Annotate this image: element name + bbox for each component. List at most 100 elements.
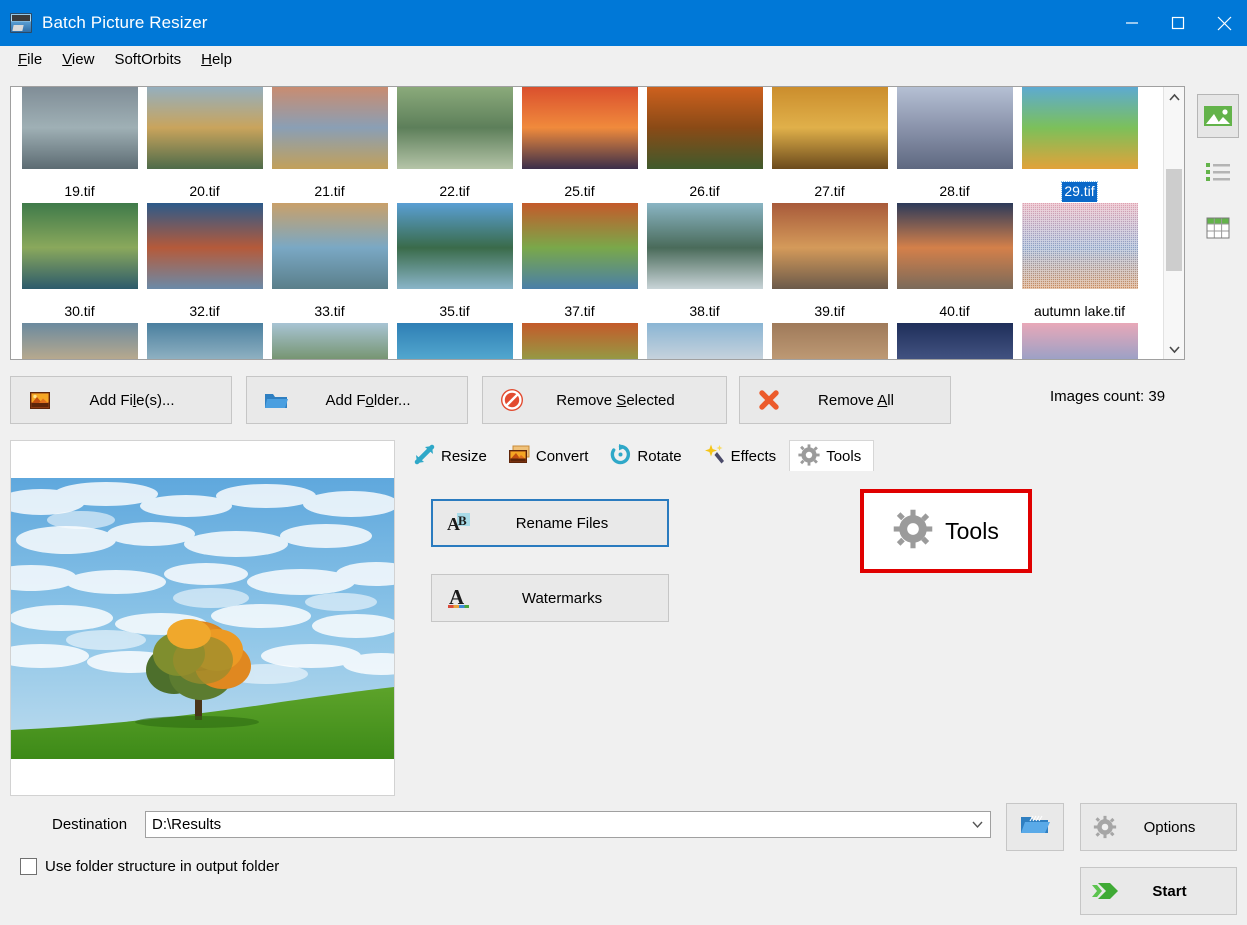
thumbnail-image[interactable] <box>1020 87 1139 170</box>
destination-value[interactable]: D:\Results <box>146 816 964 833</box>
thumbnail-label[interactable]: 33.tif <box>312 302 346 322</box>
thumbnail-item[interactable]: 32.tif <box>142 302 267 359</box>
thumbnail-label[interactable]: 19.tif <box>62 182 96 202</box>
thumbnail-label[interactable]: 29.tif <box>1061 181 1098 203</box>
thumbnail-item[interactable]: 21.tif <box>267 182 392 302</box>
thumbnail-image[interactable] <box>520 87 639 170</box>
add-files-button[interactable]: Add File(s)... <box>10 376 232 424</box>
thumbnail-item[interactable]: 7.tif <box>267 87 392 182</box>
thumbnail-item[interactable]: 17.tif <box>892 87 1017 182</box>
thumbnail-image[interactable] <box>395 202 514 290</box>
remove-all-button[interactable]: Remove All <box>739 376 951 424</box>
thumbnail-item[interactable]: 30.tif <box>17 302 142 359</box>
thumbnail-image[interactable] <box>770 87 889 170</box>
thumbnail-image[interactable] <box>270 202 389 290</box>
thumbnail-item[interactable]: 35.tif <box>392 302 517 359</box>
scrollbar-track[interactable] <box>1164 107 1184 339</box>
thumbnail-label[interactable]: 32.tif <box>187 302 221 322</box>
thumbnail-label[interactable]: 21.tif <box>312 182 346 202</box>
thumbnail-item[interactable]: 26.tif <box>642 182 767 302</box>
minimize-button[interactable] <box>1109 0 1155 46</box>
thumbnail-item[interactable]: 40.tif <box>892 302 1017 359</box>
thumbnail-image[interactable] <box>395 322 514 359</box>
thumbnail-item[interactable]: 14.tif <box>767 87 892 182</box>
tab-convert[interactable]: Convert <box>499 440 602 472</box>
thumbnail-image[interactable] <box>770 202 889 290</box>
scroll-down-button[interactable] <box>1164 339 1184 359</box>
use-folder-structure-checkbox[interactable] <box>20 858 37 875</box>
thumbnail-viewport[interactable]: 5.tif6.tif7.tif10.tif11.tif12.tif14.tif1… <box>11 87 1163 359</box>
thumbnail-image[interactable] <box>520 322 639 359</box>
thumbnail-image[interactable] <box>270 87 389 170</box>
thumbnail-image[interactable] <box>20 202 139 290</box>
thumbnail-image[interactable] <box>145 322 264 359</box>
thumbnail-view-button[interactable] <box>1197 94 1239 138</box>
scroll-up-button[interactable] <box>1164 87 1184 107</box>
browse-destination-button[interactable] <box>1006 803 1064 851</box>
thumbnail-label[interactable]: 25.tif <box>562 182 596 202</box>
thumbnail-image[interactable] <box>645 202 764 290</box>
details-view-button[interactable] <box>1197 206 1239 250</box>
thumbnail-label[interactable]: 20.tif <box>187 182 221 202</box>
thumbnail-label[interactable]: 30.tif <box>62 302 96 322</box>
thumbnail-label[interactable]: 35.tif <box>437 302 471 322</box>
list-view-button[interactable] <box>1197 150 1239 194</box>
thumbnail-image[interactable] <box>145 202 264 290</box>
menu-item-file[interactable]: File <box>8 49 52 70</box>
thumbnail-label[interactable]: 27.tif <box>812 182 846 202</box>
thumbnail-image[interactable] <box>895 202 1014 290</box>
thumbnail-item[interactable]: 29.tif <box>1017 181 1142 302</box>
thumbnail-image[interactable] <box>895 322 1014 359</box>
thumbnail-item[interactable]: 28.tif <box>892 182 1017 302</box>
thumbnail-item[interactable]: 5.tif <box>17 87 142 182</box>
thumbnail-label[interactable]: 40.tif <box>937 302 971 322</box>
remove-selected-button[interactable]: Remove Selected <box>482 376 727 424</box>
use-folder-structure-row[interactable]: Use folder structure in output folder <box>20 858 279 875</box>
tab-effects[interactable]: Effects <box>694 440 790 472</box>
maximize-button[interactable] <box>1155 0 1201 46</box>
thumbnail-image[interactable] <box>20 87 139 170</box>
thumbnail-image[interactable] <box>645 322 764 359</box>
thumbnail-item[interactable]: 22.tif <box>392 182 517 302</box>
thumbnail-label[interactable]: 39.tif <box>812 302 846 322</box>
thumbnail-image[interactable] <box>395 87 514 170</box>
thumbnail-item[interactable]: 33.tif <box>267 302 392 359</box>
thumbnail-grid[interactable]: 5.tif6.tif7.tif10.tif11.tif12.tif14.tif1… <box>11 87 1163 359</box>
thumbnail-image[interactable] <box>1020 202 1139 290</box>
thumbnail-item[interactable]: 25.tif <box>517 182 642 302</box>
destination-combobox[interactable]: D:\Results <box>145 811 991 838</box>
menu-item-help[interactable]: Help <box>191 49 242 70</box>
thumbnail-image[interactable] <box>645 87 764 170</box>
thumbnail-image[interactable] <box>270 322 389 359</box>
thumbnail-item[interactable]: 10.tif <box>392 87 517 182</box>
add-folder-button[interactable]: Add Folder... <box>246 376 468 424</box>
tools-highlight-callout[interactable]: Tools <box>860 489 1032 573</box>
thumbnail-item[interactable]: 11.tif <box>517 87 642 182</box>
thumbnail-label[interactable]: 26.tif <box>687 182 721 202</box>
thumbnail-item[interactable]: 38.tif <box>642 302 767 359</box>
thumbnail-image[interactable] <box>1020 322 1139 359</box>
start-button[interactable]: Start <box>1080 867 1237 915</box>
thumbnail-item[interactable]: 19.tif <box>17 182 142 302</box>
thumbnail-item[interactable]: 37.tif <box>517 302 642 359</box>
thumbnail-item[interactable]: 27.tif <box>767 182 892 302</box>
thumbnail-label[interactable]: 22.tif <box>437 182 471 202</box>
menu-item-softorbits[interactable]: SoftOrbits <box>104 49 191 70</box>
thumbnail-item[interactable]: 6.tif <box>142 87 267 182</box>
thumbnail-image[interactable] <box>20 322 139 359</box>
scrollbar-thumb[interactable] <box>1166 169 1182 271</box>
close-button[interactable] <box>1201 0 1247 46</box>
use-folder-structure-label[interactable]: Use folder structure in output folder <box>45 858 279 875</box>
tab-rotate[interactable]: Rotate <box>601 440 695 472</box>
thumbnail-image[interactable] <box>145 87 264 170</box>
thumbnail-item[interactable]: 20.tif <box>142 182 267 302</box>
thumbnail-image[interactable] <box>770 322 889 359</box>
rename-files-button[interactable]: A B Rename Files <box>431 499 669 547</box>
tab-tools[interactable]: Tools <box>789 440 875 472</box>
thumbnail-image[interactable] <box>520 202 639 290</box>
thumbnail-label[interactable]: 28.tif <box>937 182 971 202</box>
thumbnail-scrollbar[interactable] <box>1163 87 1184 359</box>
thumbnail-item[interactable]: 12.tif <box>642 87 767 182</box>
image-list-panel[interactable]: 5.tif6.tif7.tif10.tif11.tif12.tif14.tif1… <box>10 86 1185 360</box>
thumbnail-item[interactable]: 39.tif <box>767 302 892 359</box>
